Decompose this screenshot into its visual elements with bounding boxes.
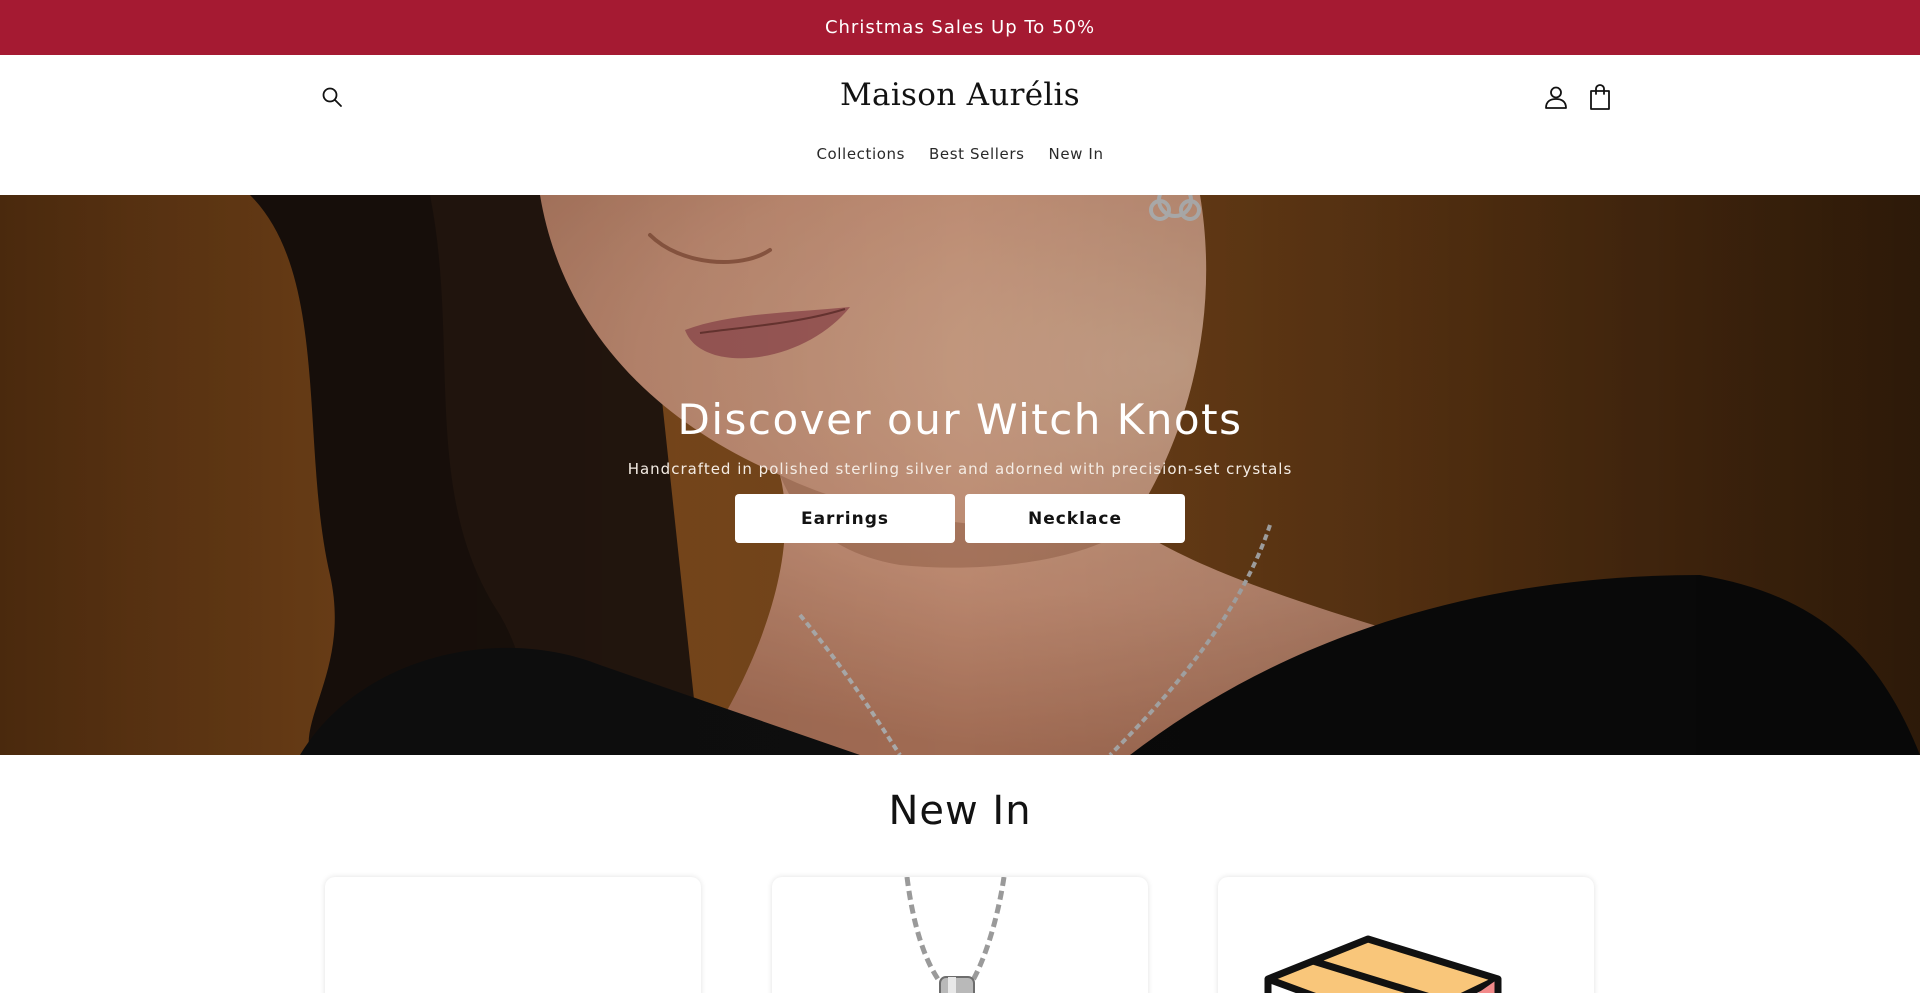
- hero-buttons: Earrings Necklace: [0, 494, 1920, 543]
- hero-subtitle: Handcrafted in polished sterling silver …: [627, 460, 1293, 478]
- hero-content: Discover our Witch Knots Handcrafted in …: [0, 395, 1920, 543]
- new-in-title: New In: [888, 788, 1032, 834]
- cart-icon[interactable]: [1587, 83, 1613, 111]
- product-card[interactable]: [1218, 877, 1594, 993]
- search-icon[interactable]: [320, 85, 344, 109]
- nav-link-new-in[interactable]: New In: [1049, 143, 1104, 165]
- main-nav: Collections Best Sellers New In: [0, 143, 1920, 165]
- box-icon: [1264, 935, 1502, 993]
- announcement-text: Christmas Sales Up To 50%: [824, 17, 1096, 38]
- earrings-button[interactable]: Earrings: [735, 494, 955, 543]
- account-icon[interactable]: [1543, 84, 1569, 110]
- site-header: Maison Aurélis Collections Best Sellers …: [0, 55, 1920, 195]
- nav-link-collections[interactable]: Collections: [816, 143, 905, 165]
- product-card[interactable]: [325, 877, 701, 993]
- product-grid: [0, 877, 1920, 993]
- necklace-pendant-image: [904, 877, 1007, 993]
- nav-link-best-sellers[interactable]: Best Sellers: [929, 143, 1024, 165]
- hero-banner: Discover our Witch Knots Handcrafted in …: [0, 195, 1920, 755]
- hero-title: Discover our Witch Knots: [677, 395, 1243, 444]
- product-card[interactable]: [772, 877, 1148, 993]
- site-logo[interactable]: Maison Aurélis: [760, 77, 1160, 113]
- necklace-button[interactable]: Necklace: [965, 494, 1185, 543]
- announcement-bar: Christmas Sales Up To 50%: [0, 0, 1920, 55]
